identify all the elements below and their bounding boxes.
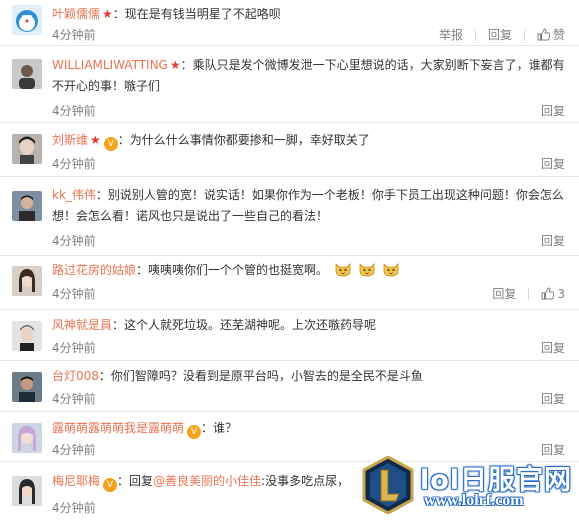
vip-badge-icon: V [187,425,202,439]
timestamp: 4分钟前 [52,501,96,515]
site-watermark: lol日服官网 www.lolrf.com [360,452,579,520]
reply-button[interactable]: 回复 [541,390,565,407]
username-link[interactable]: 刘斯维 [52,133,88,147]
reply-button[interactable]: 回复 [541,339,565,356]
avatar[interactable] [12,134,42,164]
vip-badge-icon: V [103,137,118,151]
reply-button[interactable]: 回复 [541,155,565,172]
reply-button[interactable]: 回复 [492,285,516,302]
comment-text: ：咦咦咦你们一个个管的也挺宽啊。 [136,263,329,277]
comment-body: WILLIAMLIWATTING ★：乘队只是发个微博发泄一下心里想说的话，大家别… [52,55,565,97]
reply-button[interactable]: 回复 [541,232,565,249]
comment-item: 路过花房的姑娘：咦咦咦你们一个个管的也挺宽啊。 4分钟前 回复 3 [0,257,579,310]
comment-body: 刘斯维 ★ V ：为什么什么事情你都要掺和一脚，幸好取关了 [52,130,565,151]
comment-body: 风神就是員：这个人就死垃圾。还芜湖神呢。上次还嗾药导呢 [52,315,565,336]
thumbs-up-icon [537,28,550,41]
divider [528,287,530,300]
timestamp: 4分钟前 [52,28,96,42]
username-link[interactable]: 路过花房的姑娘 [52,263,136,277]
mention-link[interactable]: @善良美丽的小佳佳 [153,474,261,488]
comment-text: ：为什么什么事情你都要掺和一脚，幸好取关了 [117,133,370,147]
avatar[interactable] [12,191,42,221]
vip-badge-icon: V [103,478,118,492]
timestamp: 4分钟前 [52,392,96,406]
comment-body: kk_伟伟：别说别人管的宽！说实话！如果你作为一个老板！你手下员工出现这种问题！… [52,185,565,227]
username-link[interactable]: kk_伟伟 [52,188,96,202]
comment-actions: 回复 [541,339,565,356]
avatar[interactable] [12,372,42,402]
comment-item: WILLIAMLIWATTING ★：乘队只是发个微博发泄一下心里想说的话，大家别… [0,47,579,123]
avatar[interactable] [12,423,42,453]
comment-text: ：别说别人管的宽！说实话！如果你作为一个老板！你手下员工出现这种问题！你会怎么想… [52,188,564,223]
cat-emoji-icon [359,263,375,277]
like-count: 3 [557,286,565,301]
avatar[interactable] [12,476,42,506]
divider [474,28,476,41]
username-link[interactable]: 台灯008 [52,369,99,383]
thumbs-up-icon [541,286,555,299]
star-badge-icon: ★ [102,7,113,21]
like-label: 赞 [552,28,565,42]
comment-text: ：谁？ [201,421,238,435]
reply-prefix: ：回复 [117,474,154,488]
username-link[interactable]: WILLIAMLIWATTING [52,58,168,72]
like-button[interactable]: 赞 [537,26,565,43]
avatar[interactable] [12,266,42,296]
comment-actions: 回复 [541,390,565,407]
reply-button[interactable]: 回复 [541,102,565,119]
username-link[interactable]: 风神就是員 [52,318,112,332]
comment-body: 台灯008：你们智障吗？没看到是原平台吗，小智去的是全民不是斗鱼 [52,366,565,387]
comment-body: 叶颖儒儒 ★：现在是有钱当明星了不起咯呗 [52,4,565,25]
avatar[interactable] [12,321,42,351]
comment-text: :没事多吃点尿， [261,474,350,488]
comment-item: kk_伟伟：别说别人管的宽！说实话！如果你作为一个老板！你手下员工出现这种问题！… [0,178,579,256]
timestamp: 4分钟前 [52,157,96,171]
timestamp: 4分钟前 [52,341,96,355]
comment-body: 露萌萌露萌萌我是露萌萌 V ：谁？ [52,418,565,439]
comment-item: 风神就是員：这个人就死垃圾。还芜湖神呢。上次还嗾药导呢 4分钟前 回复 [0,311,579,361]
watermark-url: www.lolrf.com [424,492,524,509]
timestamp: 4分钟前 [52,234,96,248]
timestamp: 4分钟前 [52,104,96,118]
like-button[interactable]: 3 [541,287,565,301]
comment-actions: 回复 3 [492,285,565,302]
comment-item: 台灯008：你们智障吗？没看到是原平台吗，小智去的是全民不是斗鱼 4分钟前 回复 [0,362,579,412]
timestamp: 4分钟前 [52,287,96,301]
comment-text: ：现在是有钱当明星了不起咯呗 [112,7,281,21]
star-badge-icon: ★ [169,58,181,72]
username-link[interactable]: 梅尼耶梅 [52,474,100,488]
comment-text: ：这个人就死垃圾。还芜湖神呢。上次还嗾药导呢 [112,318,377,332]
report-button[interactable]: 举报 [439,26,463,43]
comment-item: 叶颖儒儒 ★：现在是有钱当明星了不起咯呗 4分钟前 举报 回复 赞 [0,0,579,46]
comment-actions: 回复 [541,155,565,172]
reply-button[interactable]: 回复 [488,26,512,43]
avatar[interactable] [12,5,42,35]
comment-actions: 回复 [541,232,565,249]
cat-emoji-icon [383,263,398,277]
comment-item: 刘斯维 ★ V ：为什么什么事情你都要掺和一脚，幸好取关了 4分钟前 回复 [0,124,579,177]
cat-emoji-icon [335,263,351,277]
comment-actions: 回复 [541,102,565,119]
comment-text: ：你们智障吗？没看到是原平台吗，小智去的是全民不是斗鱼 [98,369,423,383]
star-badge-icon: ★ [90,133,101,147]
comment-body: 路过花房的姑娘：咦咦咦你们一个个管的也挺宽啊。 [52,260,565,281]
username-link[interactable]: 叶颖儒儒 [52,7,100,21]
timestamp: 4分钟前 [52,443,96,457]
comment-actions: 举报 回复 赞 [439,26,565,43]
league-logo-icon [362,456,414,514]
divider [523,28,525,41]
avatar[interactable] [12,59,42,89]
username-link[interactable]: 露萌萌露萌萌我是露萌萌 [52,421,184,435]
